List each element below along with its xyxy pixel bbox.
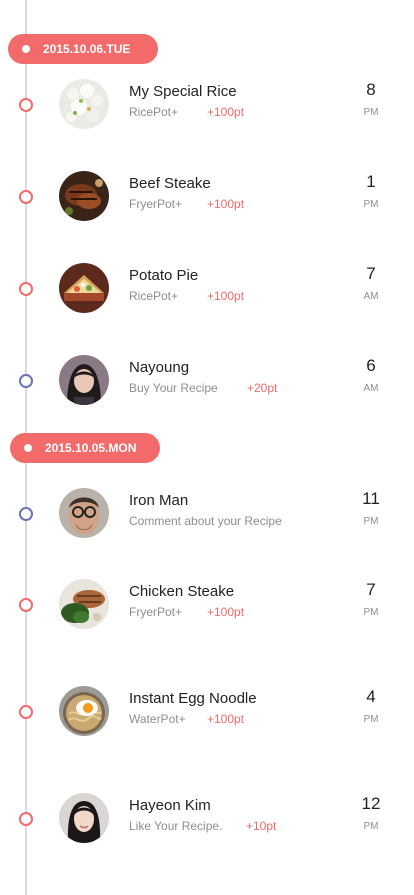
item-title: Beef Steake [129, 175, 211, 192]
chicken-photo[interactable] [59, 579, 109, 629]
timeline-marker-icon [19, 190, 33, 204]
item-points: +10pt [246, 819, 277, 833]
timeline-item[interactable]: Chicken Steake FryerPot+ +100pt 7 PM [0, 576, 414, 636]
timeline-marker-icon [19, 374, 33, 388]
pie-photo[interactable] [59, 263, 109, 313]
user-avatar[interactable] [59, 355, 109, 405]
item-hour: 6 [366, 356, 376, 375]
timeline-item[interactable]: Instant Egg Noodle WaterPot+ +100pt 4 PM [0, 683, 414, 743]
date-header: 2015.10.05.MON [10, 433, 160, 463]
rice-photo[interactable] [59, 79, 109, 129]
item-hour: 7 [366, 264, 376, 283]
date-dot-icon [24, 444, 32, 452]
item-source: Buy Your Recipe [129, 381, 218, 395]
item-source: FryerPot+ [129, 605, 183, 619]
noodle-photo[interactable] [59, 686, 109, 736]
item-points: +100pt [207, 605, 245, 619]
item-source: FryerPot+ [129, 197, 183, 211]
item-source: Like Your Recipe. [129, 819, 223, 833]
item-source: RicePot+ [129, 289, 179, 303]
timeline-marker-icon [19, 507, 33, 521]
item-hour: 12 [361, 794, 381, 813]
item-ampm: PM [363, 607, 379, 618]
item-hour: 7 [366, 580, 376, 599]
timeline-marker-icon [19, 705, 33, 719]
item-title: Chicken Steake [129, 583, 235, 600]
item-source: RicePot+ [129, 105, 179, 119]
item-ampm: AM [363, 383, 379, 394]
item-ampm: PM [363, 516, 379, 527]
timeline-item[interactable]: My Special Rice RicePot+ +100pt 8 PM [0, 76, 414, 136]
item-source: Comment about your Recipe [129, 514, 282, 528]
item-title: Hayeon Kim [129, 797, 211, 814]
user-avatar[interactable] [59, 488, 109, 538]
item-hour: 4 [366, 687, 376, 706]
timeline-marker-icon [19, 98, 33, 112]
item-ampm: PM [363, 199, 379, 210]
item-ampm: PM [363, 714, 379, 725]
item-title: Instant Egg Noodle [129, 690, 257, 707]
timeline-item[interactable]: Nayoung Buy Your Recipe +20pt 6 AM [0, 352, 414, 412]
item-title: My Special Rice [129, 83, 237, 100]
timeline-marker-icon [19, 598, 33, 612]
timeline-item[interactable]: Potato Pie RicePot+ +100pt 7 AM [0, 260, 414, 320]
steak-photo[interactable] [59, 171, 109, 221]
timeline-marker-icon [19, 812, 33, 826]
item-ampm: AM [363, 291, 379, 302]
item-title: Iron Man [129, 492, 189, 509]
date-label: 2015.10.06.TUE [43, 42, 131, 56]
user-avatar[interactable] [59, 793, 109, 843]
item-points: +100pt [207, 289, 245, 303]
date-dot-icon [22, 45, 30, 53]
timeline-marker-icon [19, 282, 33, 296]
item-points: +100pt [207, 197, 245, 211]
item-ampm: PM [363, 821, 379, 832]
item-hour: 1 [366, 172, 376, 191]
item-points: +20pt [247, 381, 278, 395]
date-header: 2015.10.06.TUE [8, 34, 158, 64]
timeline-item[interactable]: Iron Man Comment about your Recipe 11 PM [0, 485, 414, 545]
timeline-item[interactable]: Hayeon Kim Like Your Recipe. +10pt 12 PM [0, 790, 414, 850]
item-points: +100pt [207, 105, 245, 119]
item-title: Potato Pie [129, 267, 199, 284]
item-hour: 11 [362, 489, 380, 508]
item-points: +100pt [207, 712, 245, 726]
item-title: Nayoung [129, 359, 190, 376]
item-hour: 8 [366, 80, 376, 99]
item-ampm: PM [363, 107, 379, 118]
item-source: WaterPot+ [129, 712, 186, 726]
date-label: 2015.10.05.MON [45, 441, 137, 455]
timeline-item[interactable]: Beef Steake FryerPot+ +100pt 1 PM [0, 168, 414, 228]
